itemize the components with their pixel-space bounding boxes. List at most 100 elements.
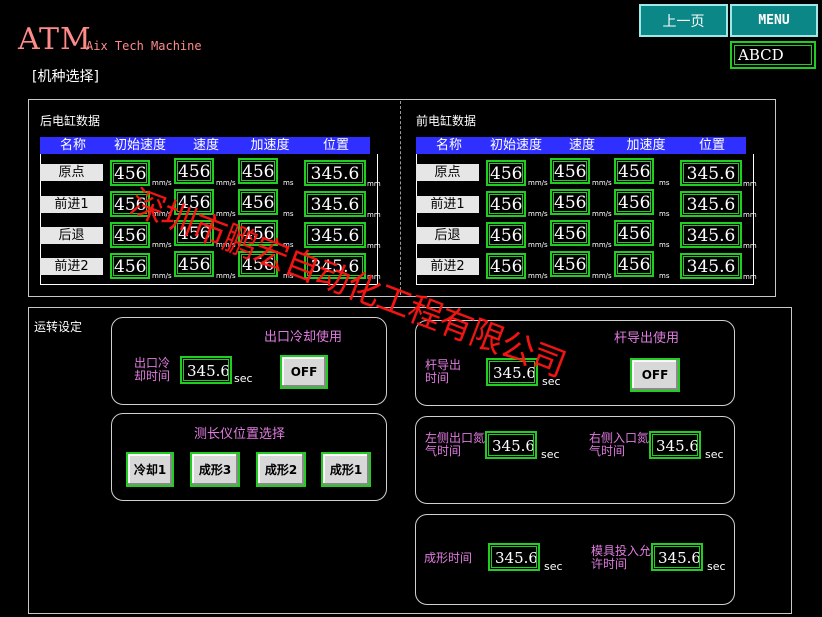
field-value: 456 bbox=[617, 223, 651, 243]
front-forward2-accel-field[interactable]: 456 bbox=[614, 251, 654, 277]
unit-position: mm bbox=[743, 211, 757, 219]
forming-time-field[interactable]: 345.6 bbox=[488, 543, 540, 571]
rear-origin-accel-field[interactable]: 456 bbox=[238, 158, 278, 184]
outlet-cooling-use-label: 出口冷却使用 bbox=[264, 330, 343, 345]
unit-sec: sec bbox=[234, 372, 253, 385]
row-label-forward1: 前进1 bbox=[416, 196, 479, 213]
field-value: 345.6 bbox=[307, 194, 363, 214]
field-value: 456 bbox=[617, 192, 651, 212]
right-inlet-nitrogen-label: 右侧入口氮气时间 bbox=[589, 431, 650, 458]
front-forward1-position-field[interactable]: 345.6 bbox=[680, 191, 742, 217]
field-value: 456 bbox=[617, 161, 651, 181]
header-accel: 加速度 bbox=[614, 137, 678, 154]
unit-speed: mm/s bbox=[592, 272, 612, 280]
field-value: 456 bbox=[177, 254, 211, 274]
front-forward1-accel-field[interactable]: 456 bbox=[614, 189, 654, 215]
front-forward1-init-speed-field[interactable]: 456 bbox=[486, 191, 526, 217]
front-origin-accel-field[interactable]: 456 bbox=[614, 158, 654, 184]
unit-accel: ms bbox=[659, 272, 670, 280]
unit-sec: sec bbox=[707, 560, 726, 573]
unit-speed: mm/s bbox=[528, 272, 548, 280]
field-value: 456 bbox=[489, 225, 523, 245]
rear-forward2-init-speed-field[interactable]: 456 bbox=[110, 253, 150, 279]
left-outlet-nitrogen-field[interactable]: 345.6 bbox=[485, 431, 537, 459]
unit-speed: mm/s bbox=[528, 210, 548, 218]
front-cylinder-table: 名称 初始速度 速度 加速度 位置 原点 456 mm/s 456 mm/s 4… bbox=[416, 137, 757, 287]
front-origin-init-speed-field[interactable]: 456 bbox=[486, 160, 526, 186]
header-position: 位置 bbox=[678, 137, 746, 154]
rear-origin-speed-field[interactable]: 456 bbox=[174, 158, 214, 184]
header-gap bbox=[370, 137, 378, 154]
front-forward2-position-field[interactable]: 345.6 bbox=[680, 253, 742, 279]
gauge-cooling1-button[interactable]: 冷却1 bbox=[126, 452, 174, 487]
front-retreat-accel-field[interactable]: 456 bbox=[614, 220, 654, 246]
header-speed: 速度 bbox=[550, 137, 614, 154]
rear-forward1-accel-field[interactable]: 456 bbox=[238, 189, 278, 215]
unit-position: mm bbox=[367, 242, 381, 250]
outlet-cooling-time-field[interactable]: 345.6 bbox=[180, 356, 232, 384]
front-retreat-init-speed-field[interactable]: 456 bbox=[486, 222, 526, 248]
guide-rod-time-label: 杆导出时间 bbox=[425, 358, 462, 385]
unit-sec: sec bbox=[544, 560, 563, 573]
unit-accel: ms bbox=[283, 210, 294, 218]
forming-time-label: 成形时间 bbox=[424, 551, 473, 565]
rear-forward2-speed-field[interactable]: 456 bbox=[174, 251, 214, 277]
front-retreat-position-field[interactable]: 345.6 bbox=[680, 222, 742, 248]
user-field[interactable]: ABCD bbox=[730, 41, 816, 69]
right-inlet-nitrogen-field[interactable]: 345.6 bbox=[649, 431, 701, 459]
unit-speed: mm/s bbox=[528, 241, 548, 249]
front-forward2-speed-field[interactable]: 456 bbox=[550, 251, 590, 277]
user-field-value: ABCD bbox=[734, 45, 812, 65]
field-value: 345.6 bbox=[488, 434, 534, 456]
outlet-cooling-time-label: 出口冷却时间 bbox=[134, 356, 171, 383]
field-value: 456 bbox=[553, 254, 587, 274]
unit-position: mm bbox=[743, 273, 757, 281]
nitrogen-time-box bbox=[415, 416, 735, 504]
guide-rod-toggle-button[interactable]: OFF bbox=[630, 358, 680, 392]
unit-speed: mm/s bbox=[592, 241, 612, 249]
gauge-forming3-button[interactable]: 成形3 bbox=[190, 452, 240, 487]
field-value: 456 bbox=[489, 256, 523, 276]
rear-origin-position-field[interactable]: 345.6 bbox=[304, 160, 366, 186]
front-forward2-init-speed-field[interactable]: 456 bbox=[486, 253, 526, 279]
row-label-retreat: 后退 bbox=[416, 227, 479, 244]
header-name: 名称 bbox=[40, 137, 106, 154]
field-value: 345.6 bbox=[183, 359, 229, 381]
unit-sec: sec bbox=[541, 448, 560, 461]
running-settings-title: 运转设定 bbox=[34, 320, 83, 334]
logo-subtitle: Aix Tech Machine bbox=[86, 39, 202, 53]
front-origin-position-field[interactable]: 345.6 bbox=[680, 160, 742, 186]
front-forward1-speed-field[interactable]: 456 bbox=[550, 189, 590, 215]
row-label-origin: 原点 bbox=[416, 164, 479, 181]
unit-accel: ms bbox=[283, 179, 294, 187]
front-origin-speed-field[interactable]: 456 bbox=[550, 158, 590, 184]
header-name: 名称 bbox=[416, 137, 482, 154]
unit-speed: mm/s bbox=[592, 210, 612, 218]
logo: ATM bbox=[18, 22, 92, 57]
unit-speed: mm/s bbox=[152, 272, 172, 280]
header-speed: 速度 bbox=[174, 137, 238, 154]
prev-page-button[interactable]: 上一页 bbox=[639, 4, 728, 37]
menu-button[interactable]: MENU bbox=[730, 4, 818, 37]
rear-forward1-position-field[interactable]: 345.6 bbox=[304, 191, 366, 217]
panel-divider bbox=[400, 101, 401, 295]
outlet-cooling-toggle-button[interactable]: OFF bbox=[280, 355, 328, 389]
unit-speed: mm/s bbox=[216, 179, 236, 187]
mold-insert-time-field[interactable]: 345.6 bbox=[651, 543, 703, 571]
field-value: 456 bbox=[113, 256, 147, 276]
guide-rod-use-label: 杆导出使用 bbox=[614, 331, 680, 346]
left-outlet-nitrogen-label: 左侧出口氮气时间 bbox=[425, 431, 486, 458]
unit-position: mm bbox=[367, 180, 381, 188]
field-value: 456 bbox=[177, 161, 211, 181]
gauge-forming1-button[interactable]: 成形1 bbox=[321, 452, 371, 487]
field-value: 345.6 bbox=[683, 194, 739, 214]
unit-sec: sec bbox=[705, 448, 724, 461]
unit-position: mm bbox=[743, 180, 757, 188]
unit-speed: mm/s bbox=[216, 272, 236, 280]
gauge-forming2-button[interactable]: 成形2 bbox=[256, 452, 306, 487]
page-title: [机种选择] bbox=[32, 69, 99, 85]
field-value: 345.6 bbox=[491, 546, 537, 568]
row-label-origin: 原点 bbox=[40, 164, 103, 181]
front-retreat-speed-field[interactable]: 456 bbox=[550, 220, 590, 246]
unit-speed: mm/s bbox=[528, 179, 548, 187]
